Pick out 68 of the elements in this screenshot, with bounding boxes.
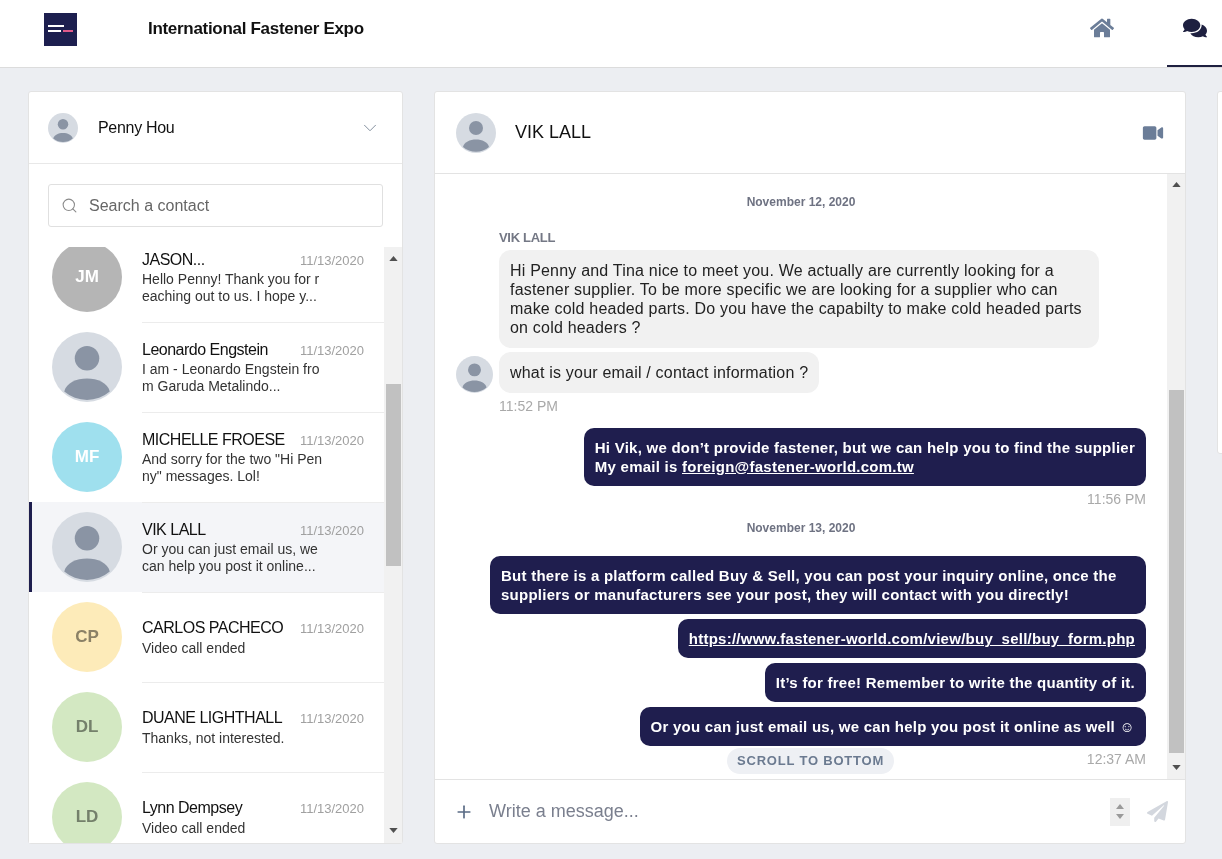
- search-field[interactable]: Search a contact: [48, 184, 383, 227]
- scrollbar-thumb[interactable]: [385, 384, 401, 566]
- message-bubble: But there is a platform called Buy & Sell, you can post your inquiry online, once the suppliers or manufacturers see your post, they will contact with you directly!: [490, 556, 1146, 614]
- message-date: 11/13/2020: [299, 431, 364, 450]
- message-link[interactable]: https://www.fastener-world.com/view/buy_sell/buy_form.php: [688, 630, 1135, 647]
- message-time: 12:37 AM: [1086, 752, 1146, 766]
- message-time: 11:56 PM: [1087, 492, 1146, 506]
- user-name: Penny Hou: [98, 117, 175, 138]
- message-preview: Video call ended: [142, 639, 247, 657]
- message-bubble: It’s for free! Remember to write the quantity of it.: [764, 663, 1146, 702]
- message-preview: Thanks, not interested.: [142, 729, 286, 747]
- message-preview: And sorry for the two "Hi Penny" messages. Lol!: [142, 451, 324, 486]
- search-icon: [61, 197, 78, 214]
- avatar-initials: CP: [52, 602, 122, 672]
- message-link[interactable]: foreign@fastener-world.com.tw: [682, 458, 914, 475]
- sender-name: VIK LALL: [499, 231, 556, 245]
- message-date: 11/13/2020: [299, 710, 364, 729]
- contact-name: JASON...: [142, 249, 205, 269]
- video-camera-icon[interactable]: [1142, 123, 1164, 142]
- message-date: 11/13/2020: [299, 341, 364, 360]
- scrollbar-thumb[interactable]: [1168, 390, 1184, 753]
- contact-item[interactable]: LD Lynn Dempsey 11/13/2020 Video call ended: [29, 772, 384, 843]
- message-date: 11/13/2020: [299, 620, 364, 639]
- date-separator: November 13, 2020: [746, 521, 856, 535]
- scrollbar[interactable]: [384, 247, 402, 843]
- chat-contact-name: VIK LALL: [515, 121, 592, 144]
- message-preview: Video call ended: [142, 819, 247, 837]
- contact-name: MICHELLE FROESE: [142, 429, 285, 449]
- avatar-silhouette-icon: [456, 112, 496, 153]
- avatar-initials: DL: [52, 692, 122, 762]
- contact-name: Leonardo Engstein: [142, 339, 268, 359]
- scrollbar[interactable]: [1167, 174, 1185, 779]
- scroll-down-arrow-icon[interactable]: [1171, 765, 1181, 770]
- caret-down-icon[interactable]: [1116, 814, 1124, 819]
- message-bubble: what is your email / contact information ?: [499, 352, 820, 393]
- app-title: International Fastener Expo: [148, 18, 364, 40]
- message-preview: Or you can just email us, we can help you post it online...: [142, 541, 319, 576]
- date-separator: November 12, 2020: [746, 195, 856, 209]
- chat-bubbles-icon[interactable]: [1182, 17, 1207, 39]
- avatar-silhouette-icon: [52, 332, 122, 402]
- contact-name: DUANE LIGHTHALL: [142, 708, 283, 728]
- home-icon[interactable]: [1089, 17, 1114, 39]
- message-bubble: Or you can just email us, we can help you post it online as well ☺: [639, 707, 1146, 746]
- avatar-initials: LD: [52, 782, 122, 843]
- scroll-up-arrow-icon[interactable]: [388, 256, 398, 261]
- message-preview: Hello Penny! Thank you for reaching out to us. I hope y...: [142, 271, 321, 306]
- contact-name: Lynn Dempsey: [142, 798, 243, 818]
- logo-icon[interactable]: [44, 13, 77, 46]
- message-input[interactable]: Write a message...: [489, 791, 1100, 832]
- contact-item[interactable]: VIK LALL 11/13/2020 Or you can just email us, we can help you post it online...: [29, 502, 384, 592]
- scroll-up-arrow-icon[interactable]: [1171, 182, 1181, 187]
- contact-name: VIK LALL: [142, 519, 206, 539]
- message-preview: I am - Leonardo Engstein from Garuda Metalindo...: [142, 361, 321, 396]
- message-date: 11/13/2020: [299, 521, 364, 540]
- message-date: 11/13/2020: [299, 251, 364, 270]
- contact-name: CARLOS PACHECO: [142, 618, 284, 638]
- message-bubble: Hi Penny and Tina nice to meet you. We actually are currently looking for a fastener supplier. To be more specific we are looking for a supplier who can make cold headed parts. Do you have the capabilty to make cold headed parts on cold headers ?: [499, 250, 1099, 348]
- avatar-silhouette-icon: [52, 512, 122, 582]
- scroll-down-arrow-icon[interactable]: [388, 828, 398, 833]
- scroll-to-bottom-button[interactable]: SCROLL TO BOTTOM: [727, 748, 895, 774]
- message-date: 11/13/2020: [299, 800, 364, 819]
- message-bubble: Hi Vik, we don’t provide fastener, but we can help you to find the supplier My email is foreign@fastener-world.com.tw: [583, 428, 1146, 486]
- avatar-initials: JM: [52, 247, 122, 312]
- avatar-initials: MF: [52, 422, 122, 492]
- avatar-silhouette-icon: [48, 112, 78, 143]
- caret-up-icon[interactable]: [1116, 804, 1124, 809]
- message-time: 11:52 PM: [499, 399, 558, 413]
- stepper-control[interactable]: [1110, 797, 1130, 826]
